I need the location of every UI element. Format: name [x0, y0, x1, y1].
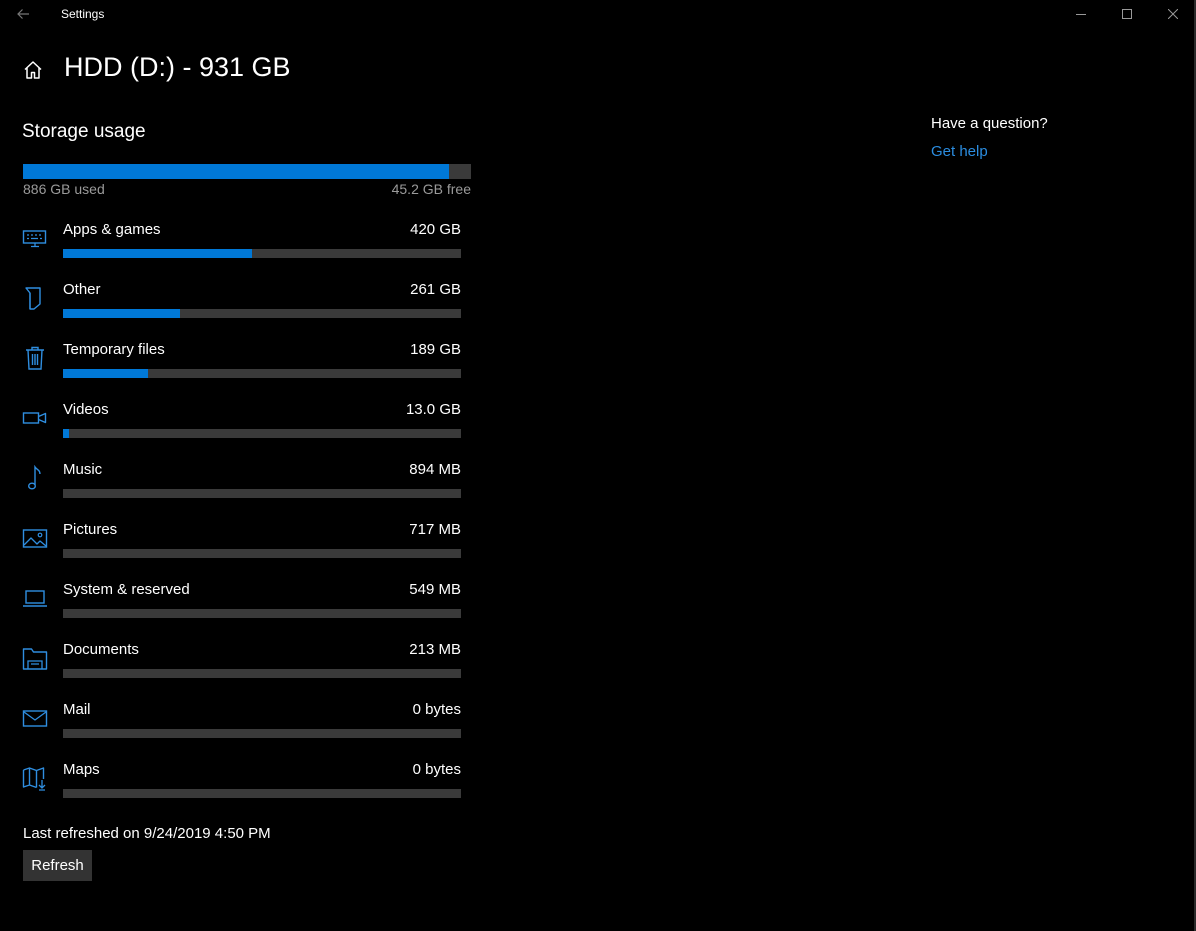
maximize-button[interactable] — [1104, 0, 1150, 28]
trash-icon — [26, 346, 44, 370]
category-mail[interactable]: Mail 0 bytes — [0, 694, 480, 754]
category-bar — [63, 729, 461, 738]
get-help-link[interactable]: Get help — [931, 143, 988, 160]
last-refreshed-text: Last refreshed on 9/24/2019 4:50 PM — [23, 825, 271, 842]
category-size: 13.0 GB — [405, 401, 461, 418]
back-arrow-icon — [17, 9, 29, 19]
category-bar-fill — [63, 369, 148, 378]
category-bar — [63, 549, 461, 558]
laptop-icon — [23, 590, 47, 607]
back-button[interactable] — [8, 0, 38, 28]
category-apps-games[interactable]: Apps & games 420 GB — [0, 214, 480, 274]
pictures-icon — [22, 529, 48, 548]
category-bar-fill — [63, 429, 69, 438]
free-label: 45.2 GB free — [391, 181, 471, 197]
category-bar — [63, 369, 461, 378]
maximize-icon — [1122, 9, 1132, 19]
category-maps[interactable]: Maps 0 bytes — [0, 754, 480, 814]
category-bar-fill — [63, 249, 252, 258]
category-music[interactable]: Music 894 MB — [0, 454, 480, 514]
category-name: Maps — [63, 761, 100, 778]
category-bar — [63, 789, 461, 798]
minimize-icon — [1076, 14, 1086, 15]
home-icon[interactable] — [22, 59, 44, 81]
category-name: Temporary files — [63, 341, 165, 358]
video-icon — [22, 412, 47, 424]
category-size: 420 GB — [410, 221, 461, 238]
minimize-button[interactable] — [1058, 0, 1104, 28]
refresh-button[interactable]: Refresh — [23, 850, 92, 881]
category-list: Apps & games 420 GB Other 261 GB Tempora… — [0, 214, 480, 814]
other-icon — [25, 287, 41, 310]
category-size: 261 GB — [410, 281, 461, 298]
category-name: Documents — [63, 641, 139, 658]
category-videos[interactable]: Videos 13.0 GB — [0, 394, 480, 454]
page-title: HDD (D:) - 931 GB — [64, 52, 291, 82]
category-size: 0 bytes — [412, 701, 461, 718]
total-usage-fill — [23, 164, 450, 179]
used-label: 886 GB used — [23, 181, 105, 197]
category-name: System & reserved — [63, 581, 190, 598]
apps-games-icon — [22, 230, 47, 248]
category-name: Pictures — [63, 521, 118, 538]
category-bar — [63, 429, 461, 438]
category-size: 189 GB — [410, 341, 461, 358]
category-size: 549 MB — [409, 581, 461, 598]
app-title: Settings — [61, 7, 105, 21]
help-question: Have a question? — [931, 115, 1048, 132]
category-system-reserved[interactable]: System & reserved 549 MB — [0, 574, 480, 634]
category-name: Videos — [63, 401, 109, 418]
close-icon — [1168, 9, 1178, 19]
music-icon — [27, 465, 41, 490]
category-bar-fill — [63, 309, 180, 318]
category-size: 894 MB — [409, 461, 461, 478]
total-usage-bar — [23, 164, 471, 179]
title-bar: Settings — [0, 0, 1196, 28]
category-name: Other — [63, 281, 101, 298]
category-size: 0 bytes — [412, 761, 461, 778]
category-bar — [63, 609, 461, 618]
category-bar — [63, 249, 461, 258]
category-name: Music — [63, 461, 103, 478]
category-bar — [63, 669, 461, 678]
section-title: Storage usage — [22, 121, 146, 142]
category-temporary-files[interactable]: Temporary files 189 GB — [0, 334, 480, 394]
category-documents[interactable]: Documents 213 MB — [0, 634, 480, 694]
maps-icon — [22, 767, 46, 791]
documents-icon — [22, 648, 48, 670]
settings-window: Settings HDD (D:) - 931 GB Storage usage… — [0, 0, 1196, 931]
category-name: Apps & games — [63, 221, 161, 238]
category-size: 213 MB — [409, 641, 461, 658]
mail-icon — [22, 710, 48, 727]
category-bar — [63, 489, 461, 498]
category-name: Mail — [63, 701, 91, 718]
category-bar — [63, 309, 461, 318]
category-pictures[interactable]: Pictures 717 MB — [0, 514, 480, 574]
close-button[interactable] — [1150, 0, 1196, 28]
category-size: 717 MB — [409, 521, 461, 538]
category-other[interactable]: Other 261 GB — [0, 274, 480, 334]
